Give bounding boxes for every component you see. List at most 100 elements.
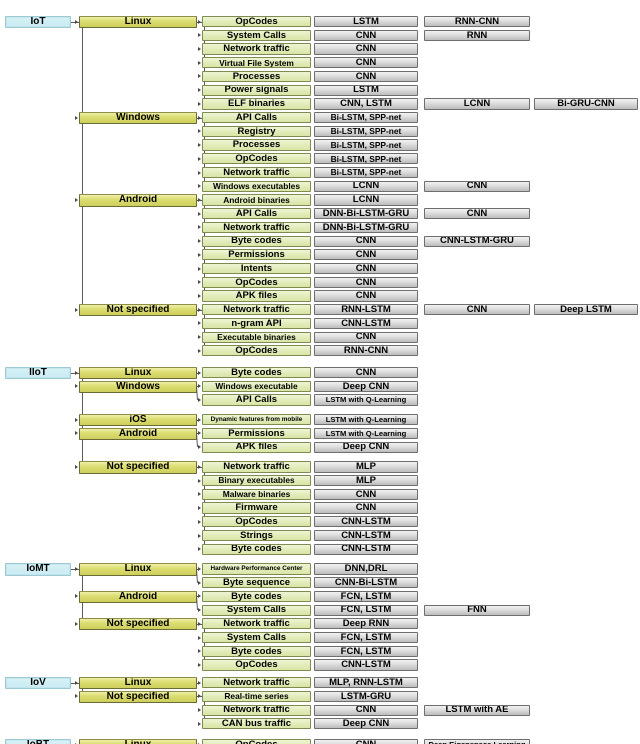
- arrow-to-feature: [197, 46, 201, 51]
- feature-box: Network traffic: [202, 461, 311, 473]
- arrow-to-feature: [197, 142, 201, 147]
- arrow-to-os: [74, 417, 78, 422]
- arrow-to-feature: [197, 266, 201, 271]
- dl-technique-box: DNN,DRL: [314, 563, 418, 575]
- dl-technique-box: Bi-LSTM, SPP-net: [314, 112, 418, 124]
- arrow-to-os: [74, 566, 78, 571]
- arrow-to-feature: [197, 238, 201, 243]
- feature-box: Dynamic features from mobile: [202, 414, 311, 426]
- arrow-to-os: [74, 464, 78, 469]
- os-box-windows: Windows: [79, 380, 197, 393]
- feature-box: API Calls: [202, 112, 311, 124]
- dl-technique-box: CNN: [424, 304, 530, 316]
- dl-technique-box: CNN: [314, 29, 418, 41]
- feature-box: Executable binaries: [202, 331, 311, 343]
- feature-box: Byte codes: [202, 590, 311, 602]
- feature-box: OpCodes: [202, 276, 311, 288]
- dl-technique-box: CNN: [314, 704, 418, 716]
- arrow-to-feature: [197, 648, 201, 653]
- feature-box: Permissions: [202, 427, 311, 440]
- arrow-to-os: [74, 693, 78, 698]
- dl-technique-box: Bi-LSTM, SPP-net: [314, 153, 418, 165]
- dl-technique-box: LCNN: [314, 180, 418, 192]
- feature-box: Byte codes: [202, 645, 311, 657]
- arrow-to-feature: [197, 397, 201, 402]
- arrow-to-feature: [197, 707, 201, 712]
- os-box-linux: Linux: [79, 16, 197, 29]
- dl-technique-box: CNN: [314, 249, 418, 261]
- dl-technique-box: LSTM with Q-Learning: [314, 414, 418, 426]
- arrow-to-feature: [197, 505, 201, 510]
- arrow-to-os: [74, 593, 78, 598]
- dl-technique-box: LSTM with Q-Learning: [314, 427, 418, 440]
- dl-technique-box: Deep RNN: [314, 618, 418, 630]
- dl-technique-box: Bi-LSTM, SPP-net: [314, 139, 418, 151]
- dl-technique-box: CNN: [314, 43, 418, 55]
- feature-box: Firmware: [202, 502, 311, 514]
- arrow-to-feature: [197, 370, 201, 375]
- arrow-to-feature: [197, 430, 201, 435]
- dl-technique-box: CNN-Bi-LSTM: [314, 577, 418, 589]
- arrow-to-feature: [197, 593, 201, 598]
- arrow-to-feature: [197, 252, 201, 257]
- dl-technique-box: CNN: [314, 262, 418, 275]
- dl-technique-box: MLP, RNN-LSTM: [314, 677, 418, 689]
- dl-technique-box: Bi-GRU-CNN: [534, 98, 638, 110]
- arrow-to-feature: [197, 580, 201, 585]
- arrow-to-os: [74, 19, 78, 24]
- arrow-to-feature: [197, 478, 201, 483]
- feature-box: Byte codes: [202, 235, 311, 247]
- arrow-to-feature: [197, 19, 201, 24]
- dl-technique-box: CNN: [314, 276, 418, 288]
- feature-box: Windows executables: [202, 180, 311, 192]
- device-bus: [82, 22, 83, 310]
- dl-technique-box: LSTM with Q-Learning: [314, 394, 418, 406]
- feature-box: Windows executable: [202, 380, 311, 392]
- arrow-to-feature: [197, 383, 201, 388]
- feature-box: OpCodes: [202, 659, 311, 671]
- arrow-to-feature: [197, 464, 201, 469]
- arrow-to-os: [74, 680, 78, 685]
- dl-technique-box: FCN, LSTM: [314, 631, 418, 644]
- dl-technique-box: RNN-CNN: [314, 345, 418, 357]
- os-box-linux: Linux: [79, 677, 197, 690]
- feature-box: Android binaries: [202, 194, 311, 206]
- arrow-to-feature: [197, 183, 201, 188]
- dl-technique-box: CNN: [424, 180, 530, 192]
- arrow-to-feature: [197, 87, 201, 92]
- feature-box: Network traffic: [202, 618, 311, 630]
- feature-box: Network traffic: [202, 221, 311, 233]
- arrow-to-feature: [197, 635, 201, 640]
- feature-box: Malware binaries: [202, 488, 311, 500]
- arrow-to-feature: [197, 444, 201, 449]
- dl-technique-box: FNN: [424, 604, 530, 616]
- device-box-iov: IoV: [5, 677, 71, 690]
- feature-box: Byte codes: [202, 543, 311, 555]
- dl-technique-box: CNN-LSTM: [314, 317, 418, 330]
- arrow-to-feature: [197, 60, 201, 65]
- dl-technique-box: LSTM: [314, 84, 418, 96]
- arrow-to-feature: [197, 607, 201, 612]
- arrow-to-os: [74, 383, 78, 388]
- feature-box: API Calls: [202, 394, 311, 406]
- feature-box: OpCodes: [202, 345, 311, 357]
- feature-box: n-gram API: [202, 317, 311, 330]
- feature-box: OpCodes: [202, 516, 311, 528]
- dl-technique-box: Deep Eigenspace Learning: [424, 739, 530, 744]
- feature-box: OpCodes: [202, 739, 311, 744]
- dl-technique-box: DNN-Bi-LSTM-GRU: [314, 208, 418, 220]
- feature-box: Processes: [202, 139, 311, 151]
- dl-technique-box: FCN, LSTM: [314, 604, 418, 616]
- feature-box: Registry: [202, 125, 311, 137]
- dl-technique-box: RNN-CNN: [424, 16, 530, 28]
- dl-technique-box: FCN, LSTM: [314, 590, 418, 602]
- dl-technique-box: CNN: [314, 235, 418, 247]
- dl-technique-box: LCNN: [424, 98, 530, 110]
- arrow-to-os: [74, 197, 78, 202]
- dl-technique-box: CNN-LSTM: [314, 516, 418, 528]
- dl-technique-box: LCNN: [314, 194, 418, 206]
- feature-box: Real-time series: [202, 690, 311, 703]
- dl-technique-box: CNN-LSTM: [314, 659, 418, 671]
- dl-technique-box: LSTM with AE: [424, 704, 530, 716]
- arrow-to-feature: [197, 680, 201, 685]
